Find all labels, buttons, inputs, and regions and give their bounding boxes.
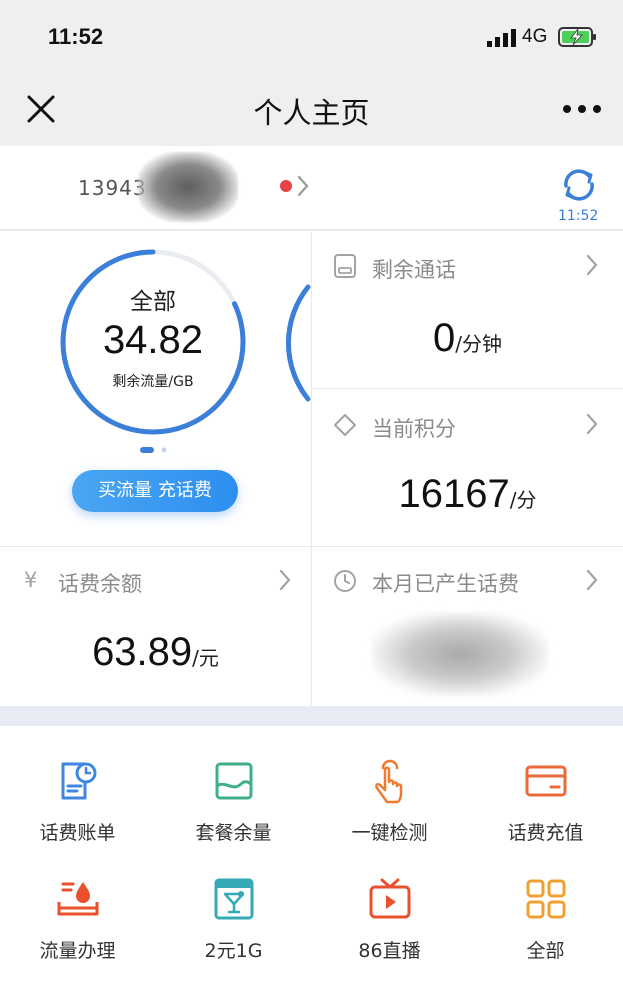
service-label: 套餐余量 <box>195 822 272 844</box>
status-time: 11:52 <box>48 24 104 49</box>
page-title: 个人主页 <box>253 96 370 130</box>
data-gauge-label: 全部 <box>130 289 176 315</box>
cocktail-icon <box>214 878 254 920</box>
notification-dot <box>280 180 292 192</box>
data-remaining-value: 34.82 <box>102 318 204 362</box>
service-label: 流量办理 <box>39 940 116 962</box>
signal-icon <box>487 29 516 47</box>
network-type: 4G <box>522 26 548 47</box>
grid-icon <box>526 879 566 919</box>
chevron-right-icon[interactable] <box>585 568 599 592</box>
remaining-calls-unit: /分钟 <box>455 332 502 356</box>
service-item-check[interactable]: 一键检测 <box>312 758 467 868</box>
divider <box>312 388 623 389</box>
account-row[interactable]: 13943 <box>0 146 623 230</box>
monthly-charges-mask <box>372 612 548 696</box>
divider <box>0 546 623 547</box>
phone-mask <box>138 152 238 222</box>
service-item-live[interactable]: 86直播 <box>312 876 467 986</box>
points-value: 16167/分 <box>312 472 623 517</box>
refresh-icon[interactable] <box>560 166 598 204</box>
points-number: 16167 <box>398 472 510 516</box>
service-label: 话费账单 <box>39 822 116 844</box>
bill-icon <box>61 762 97 800</box>
chevron-right-icon[interactable] <box>278 568 292 592</box>
buy-data-recharge-button[interactable]: 买流量 充话费 <box>72 470 238 512</box>
monthly-charges-title: 本月已产生话费 <box>372 572 519 596</box>
next-gauge-peek[interactable] <box>280 283 312 403</box>
battery-charging-icon <box>558 27 596 47</box>
service-item-bill[interactable]: 话费账单 <box>0 758 155 868</box>
diamond-icon <box>334 414 356 436</box>
balance-value: 63.89/元 <box>0 630 311 675</box>
yuan-icon: ¥ <box>24 568 38 592</box>
refresh-time: 11:52 <box>558 208 599 224</box>
remaining-calls-number: 0 <box>433 316 456 360</box>
balance-unit: /元 <box>192 646 219 670</box>
service-item-package[interactable]: 套餐余量 <box>156 758 311 868</box>
service-item-data[interactable]: 流量办理 <box>0 876 155 986</box>
chevron-right-icon[interactable] <box>585 253 599 277</box>
page-indicator <box>140 447 167 453</box>
data-remaining-unit: 剩余流量/GB <box>112 374 194 390</box>
service-label: 一键检测 <box>351 822 428 844</box>
service-label: 2元1G <box>204 940 263 962</box>
package-icon <box>215 762 253 800</box>
more-icon[interactable] <box>560 102 604 116</box>
nav-bar: 个人主页 <box>0 72 623 146</box>
balance-title: 话费余额 <box>58 572 142 596</box>
chevron-right-icon[interactable] <box>296 174 310 198</box>
data-drop-icon <box>57 882 99 916</box>
phone-number: 13943 <box>78 176 147 200</box>
service-label: 86直播 <box>358 940 421 962</box>
chevron-right-icon[interactable] <box>585 412 599 436</box>
tap-hand-icon <box>375 759 403 804</box>
remaining-calls-value: 0/分钟 <box>312 316 623 361</box>
clock-icon <box>334 570 356 592</box>
points-unit: /分 <box>509 488 537 512</box>
status-bar: 11:52 4G <box>0 0 623 72</box>
balance-number: 63.89 <box>92 630 193 674</box>
section-separator <box>0 706 623 726</box>
sim-card-icon <box>334 254 356 278</box>
service-item-2yuan-1g[interactable]: 2元1G <box>156 876 311 986</box>
service-item-recharge[interactable]: 话费充值 <box>468 758 623 868</box>
service-label: 话费充值 <box>507 822 584 844</box>
tv-play-icon <box>369 878 411 919</box>
service-label: 全部 <box>526 940 565 962</box>
remaining-calls-title: 剩余通话 <box>372 258 456 282</box>
service-item-all[interactable]: 全部 <box>468 876 623 986</box>
card-icon <box>525 765 567 797</box>
points-title: 当前积分 <box>372 417 456 441</box>
